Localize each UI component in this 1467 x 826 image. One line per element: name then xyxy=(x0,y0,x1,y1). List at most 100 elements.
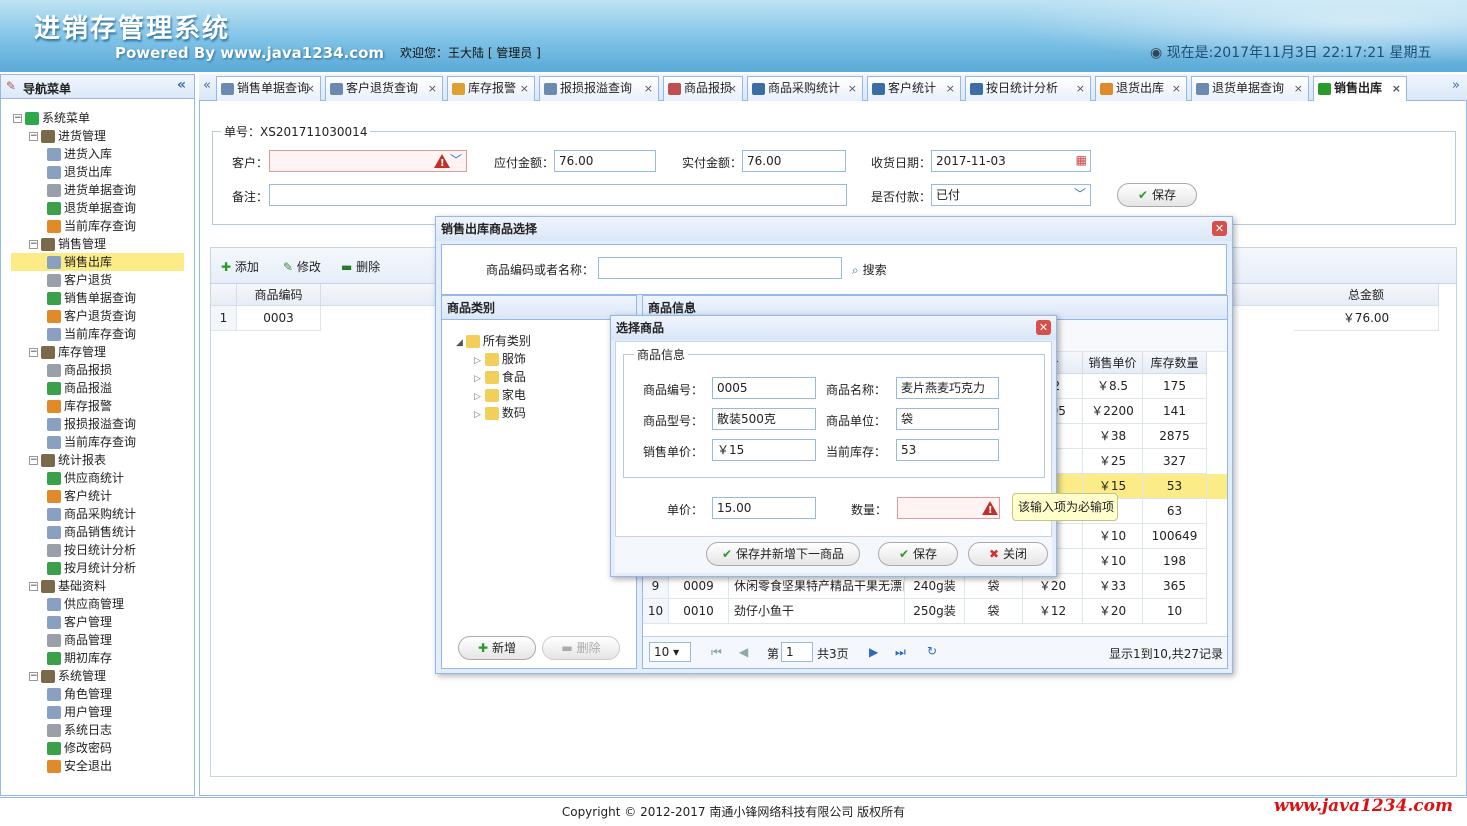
search-button[interactable]: ⌕ 搜索 xyxy=(852,261,887,278)
close-icon[interactable]: ✕ xyxy=(1036,320,1051,335)
product-cell-model[interactable]: 240g装 xyxy=(905,574,965,599)
delete-button[interactable]: ▬ 删除 xyxy=(341,258,380,275)
tab-scroll-left-icon[interactable]: « xyxy=(203,78,211,93)
product-cell-stock[interactable]: 10 xyxy=(1143,599,1207,624)
nav-item[interactable]: 客户退货 xyxy=(47,271,194,289)
nav-item[interactable]: − 系统菜单 xyxy=(13,109,90,127)
qty-input[interactable]: ! xyxy=(897,497,1000,519)
nav-item[interactable]: − 进货管理 xyxy=(29,127,106,145)
close-icon[interactable]: × xyxy=(520,77,529,100)
customer-select[interactable]: ! ﹀ xyxy=(269,150,467,172)
tab-item[interactable]: 商品采购统计 × xyxy=(747,76,863,101)
save-button[interactable]: ✔ 保存 xyxy=(1117,183,1197,207)
nav-item[interactable]: 修改密码 xyxy=(47,739,194,757)
nav-item[interactable]: 进货单据查询 xyxy=(47,181,194,199)
nav-item[interactable]: 退货单据查询 xyxy=(47,199,194,217)
page-size-select[interactable]: 10 ▾ xyxy=(649,642,691,662)
payable-input[interactable]: 76.00 xyxy=(554,150,656,172)
nav-item[interactable]: 商品管理 xyxy=(47,631,194,649)
nav-item[interactable]: − 销售管理 xyxy=(29,235,106,253)
close-icon[interactable]: × xyxy=(1172,77,1181,100)
tab-item[interactable]: 商品报损 × xyxy=(663,76,743,101)
grid-cell-code[interactable]: 0003 xyxy=(237,306,321,331)
toggle-icon[interactable]: − xyxy=(29,240,38,249)
tab-item[interactable]: 按日统计分析 × xyxy=(965,76,1091,101)
nav-item[interactable]: 销售出库 xyxy=(11,253,184,271)
product-cell-cost[interactable]: ￥20 xyxy=(1023,574,1083,599)
category-item[interactable]: ▷ 服饰 xyxy=(474,350,526,368)
nav-item[interactable]: 供应商管理 xyxy=(47,595,194,613)
expand-icon[interactable]: ▷ xyxy=(474,356,481,366)
page-input[interactable]: 1 xyxy=(781,642,813,662)
nav-item[interactable]: − 统计报表 xyxy=(29,451,106,469)
collapse-icon[interactable]: « xyxy=(177,77,186,93)
tab-item[interactable]: 退货单据查询 × xyxy=(1191,76,1309,101)
nav-item[interactable]: − 系统管理 xyxy=(29,667,106,685)
product-cell-stock[interactable]: 365 xyxy=(1143,574,1207,599)
tab-item[interactable]: 客户退货查询 × xyxy=(325,76,443,101)
close-icon[interactable]: ✕ xyxy=(1212,221,1227,236)
product-cell-stock[interactable]: 198 xyxy=(1143,549,1207,574)
product-cell-cost[interactable]: ￥12 xyxy=(1023,599,1083,624)
tab-item[interactable]: 退货出库 × xyxy=(1095,76,1187,101)
product-cell-sell[interactable]: ￥25 xyxy=(1083,449,1143,474)
product-cell-sell[interactable]: ￥20 xyxy=(1083,599,1143,624)
nav-item[interactable]: 当前库存查询 xyxy=(47,325,194,343)
close-icon[interactable]: × xyxy=(728,77,737,100)
close-icon[interactable]: × xyxy=(1392,77,1401,100)
name-input[interactable]: 麦片燕麦巧克力 xyxy=(896,377,999,399)
product-cell-model[interactable]: 250g装 xyxy=(905,599,965,624)
nav-item[interactable]: 退货出库 xyxy=(47,163,194,181)
prev-page-icon[interactable]: ◀ xyxy=(739,645,748,659)
unit-price-input[interactable]: 15.00 xyxy=(712,497,816,519)
category-root[interactable]: ◢ 所有类别 xyxy=(456,332,531,350)
save-next-button[interactable]: ✔ 保存并新增下一商品 xyxy=(706,542,860,566)
code-input[interactable]: 0005 xyxy=(712,377,816,399)
refresh-icon[interactable]: ↻ xyxy=(927,644,937,658)
toggle-icon[interactable]: − xyxy=(29,132,38,141)
nav-item[interactable]: 当前库存查询 xyxy=(47,433,194,451)
paid-input[interactable]: 76.00 xyxy=(742,150,846,172)
toggle-icon[interactable]: − xyxy=(13,114,22,123)
nav-item[interactable]: 商品采购统计 xyxy=(47,505,194,523)
calendar-icon[interactable]: ▦ xyxy=(1076,152,1087,168)
close-icon[interactable]: × xyxy=(946,77,955,100)
product-cell-name[interactable]: 劲仔小鱼干 xyxy=(729,599,905,624)
nav-item[interactable]: − 基础资料 xyxy=(29,577,106,595)
model-input[interactable]: 散装500克 xyxy=(712,408,816,430)
product-cell-sell[interactable]: ￥8.5 xyxy=(1083,374,1143,399)
product-cell-code[interactable]: 0010 xyxy=(669,599,729,624)
nav-item[interactable]: 库存报警 xyxy=(47,397,194,415)
product-cell-stock[interactable]: 63 xyxy=(1143,499,1207,524)
product-cell-sell[interactable]: ￥38 xyxy=(1083,424,1143,449)
grid-cell-total[interactable]: ￥76.00 xyxy=(1294,306,1439,331)
nav-item[interactable]: − 库存管理 xyxy=(29,343,106,361)
edit-button[interactable]: ✎ 修改 xyxy=(283,258,321,275)
product-cell-sell[interactable]: ￥2200 xyxy=(1083,399,1143,424)
nav-item[interactable]: 商品销售统计 xyxy=(47,523,194,541)
unit-input[interactable]: 袋 xyxy=(896,408,999,430)
expand-icon[interactable]: ▷ xyxy=(474,410,481,420)
nav-item[interactable]: 当前库存查询 xyxy=(47,217,194,235)
expand-icon[interactable]: ▷ xyxy=(474,392,481,402)
close-icon[interactable]: × xyxy=(428,77,437,100)
first-page-icon[interactable]: ⏮ xyxy=(711,645,722,660)
close-icon[interactable]: × xyxy=(848,77,857,100)
product-cell-stock[interactable]: 2875 xyxy=(1143,424,1207,449)
product-cell-unit[interactable]: 袋 xyxy=(965,574,1023,599)
new-button[interactable]: ✚ 新增 xyxy=(458,636,536,660)
nav-item[interactable]: 按月统计分析 xyxy=(47,559,194,577)
nav-item[interactable]: 客户管理 xyxy=(47,613,194,631)
nav-item[interactable]: 按日统计分析 xyxy=(47,541,194,559)
toggle-icon[interactable]: − xyxy=(29,456,38,465)
nav-item[interactable]: 进货入库 xyxy=(47,145,194,163)
toggle-icon[interactable]: − xyxy=(29,348,38,357)
close-icon[interactable]: × xyxy=(306,77,315,100)
close-button[interactable]: ✖ 关闭 xyxy=(968,542,1048,566)
toggle-icon[interactable]: − xyxy=(29,672,38,681)
tab-item[interactable]: 客户统计 × xyxy=(867,76,961,101)
product-cell-stock[interactable]: 53 xyxy=(1143,474,1207,499)
nav-item[interactable]: 商品报损 xyxy=(47,361,194,379)
nav-item[interactable]: 销售单据查询 xyxy=(47,289,194,307)
expand-icon[interactable]: ▷ xyxy=(474,374,481,384)
